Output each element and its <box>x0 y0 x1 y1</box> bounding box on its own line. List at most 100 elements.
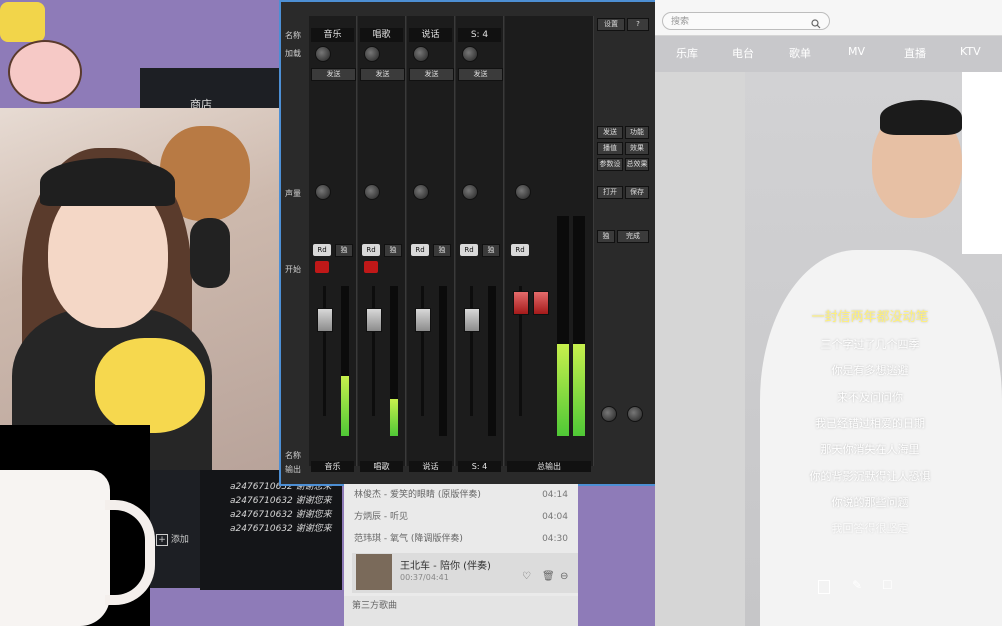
volume-knob[interactable] <box>315 184 331 200</box>
music-nav <box>655 36 1002 72</box>
add-button-label: 添加 <box>170 535 189 545</box>
master-fader-right[interactable] <box>533 291 549 315</box>
send-button[interactable]: 发送 <box>458 68 503 81</box>
gain-knob[interactable] <box>364 46 380 62</box>
row-label-start: 开始 <box>285 265 301 274</box>
level-meter <box>439 286 447 436</box>
pan-knob[interactable] <box>601 406 617 422</box>
nav-mv[interactable]: MV <box>848 45 865 58</box>
nav-playlists[interactable]: 歌单 <box>789 45 811 61</box>
playlist-row[interactable]: 方炳辰 - 听见 04:04 <box>354 506 574 528</box>
solo-button[interactable]: 独 <box>384 244 402 257</box>
fader-track <box>470 286 473 416</box>
solo-button[interactable]: 独 <box>335 244 353 257</box>
nav-ktv[interactable]: KTV <box>960 45 981 58</box>
delete-icon[interactable]: 🗑 <box>542 571 555 582</box>
fader-handle[interactable] <box>415 308 431 332</box>
done-button[interactable]: 完成 <box>617 230 649 243</box>
gain-knob[interactable] <box>315 46 331 62</box>
channel-name[interactable]: 音乐 <box>311 28 354 42</box>
solo-button[interactable]: 独 <box>482 244 500 257</box>
volume-knob[interactable] <box>462 184 478 200</box>
record-button[interactable]: Rd <box>411 244 429 256</box>
mic-icon[interactable]: ✎ <box>852 578 862 592</box>
settings-button[interactable]: 设置 <box>597 18 625 31</box>
channel-output-name: S: 4 <box>458 461 501 472</box>
nav-live[interactable]: 直播 <box>904 45 926 61</box>
send-button[interactable]: 发送 <box>597 126 623 139</box>
pig-sticker <box>8 40 82 104</box>
chat-panel: a2476710632 谢谢您来 a2476710632 谢谢您来 a24767… <box>156 470 342 590</box>
song-duration: 04:14 <box>542 490 568 500</box>
effects-button[interactable]: 效果 <box>625 142 649 155</box>
function-button[interactable]: 功能 <box>625 126 649 139</box>
fader-track <box>323 286 326 416</box>
record-led <box>315 261 329 273</box>
footer-label[interactable]: 第三方歌曲 <box>352 598 397 611</box>
help-button[interactable]: ? <box>627 18 649 31</box>
microphone <box>190 218 230 288</box>
volume-knob[interactable] <box>413 184 429 200</box>
master-fader-left[interactable] <box>513 291 529 315</box>
add-button[interactable]: + 添加 <box>156 532 189 546</box>
playlist-footer: 第三方歌曲 <box>344 596 578 626</box>
level-knob[interactable] <box>627 406 643 422</box>
song-duration: 04:30 <box>542 534 568 544</box>
param-button[interactable]: 参数设 <box>597 158 623 171</box>
row-label-volume: 声量 <box>285 189 301 198</box>
lyric-toolbar: ✎ ☐ <box>810 576 920 598</box>
now-playing-time: 00:37/04:41 <box>400 573 449 582</box>
send-button[interactable]: 发送 <box>409 68 454 81</box>
open-button[interactable]: 打开 <box>597 186 623 199</box>
search-input[interactable]: 搜索 <box>662 12 830 30</box>
channel-name[interactable]: S: 4 <box>458 28 501 42</box>
level-meter <box>341 286 349 436</box>
song-title: 林俊杰 - 爱笑的眼睛 (原版伴奏) <box>354 490 481 500</box>
heart-icon[interactable]: ♡ <box>522 571 531 582</box>
fader-handle[interactable] <box>464 308 480 332</box>
comment-icon[interactable]: ☐ <box>882 578 893 592</box>
level-meter <box>390 286 398 436</box>
chat-line: a2476710632 谢谢您来 <box>230 510 332 520</box>
master-output-name: 总输出 <box>507 461 591 472</box>
lyric-line: 你的背影沉默得让人恐惧 <box>809 470 931 483</box>
mixer-window: 名称 加载 声量 开始 名称 输出 音乐 发送 Rd 独 音乐 唱歌 发送 Rd… <box>279 0 657 486</box>
record-led <box>364 261 378 273</box>
plus-icon: + <box>156 534 168 546</box>
artist-hair <box>880 100 962 135</box>
save-button[interactable]: 保存 <box>625 186 649 199</box>
fader-handle[interactable] <box>317 308 333 332</box>
gain-knob[interactable] <box>413 46 429 62</box>
lyrics-icon[interactable] <box>818 580 830 594</box>
lyric-line: 那天你消失在人海里 <box>820 443 920 456</box>
value-button[interactable]: 播值 <box>597 142 623 155</box>
plush-toy <box>95 338 205 433</box>
playlist-row[interactable]: 范玮琪 - 氧气 (降调版伴奏) 04:30 <box>354 528 574 550</box>
search-icon[interactable] <box>811 14 821 29</box>
master-strip: Rd 总输出 <box>505 16 594 472</box>
solo-master-button[interactable]: 独 <box>597 230 615 243</box>
master-knob[interactable] <box>515 184 531 200</box>
album-cover <box>356 554 392 590</box>
record-button[interactable]: Rd <box>313 244 331 256</box>
song-title: 范玮琪 - 氧气 (降调版伴奏) <box>354 534 463 544</box>
master-record-button[interactable]: Rd <box>511 244 529 256</box>
nav-library[interactable]: 乐库 <box>676 45 698 61</box>
row-label-name: 名称 <box>285 31 301 40</box>
level-meter <box>488 286 496 436</box>
more-icon[interactable]: ⊖ <box>560 571 568 582</box>
nav-radio[interactable]: 电台 <box>732 45 754 61</box>
channel-strip: 说话 发送 Rd 独 说话 <box>407 16 455 472</box>
gain-knob[interactable] <box>462 46 478 62</box>
fader-handle[interactable] <box>366 308 382 332</box>
playlist-row[interactable]: 林俊杰 - 爱笑的眼睛 (原版伴奏) 04:14 <box>354 484 574 506</box>
channel-name[interactable]: 唱歌 <box>360 28 403 42</box>
channel-name[interactable]: 说话 <box>409 28 452 42</box>
send-button[interactable]: 发送 <box>360 68 405 81</box>
solo-button[interactable]: 独 <box>433 244 451 257</box>
send-button[interactable]: 发送 <box>311 68 356 81</box>
record-button[interactable]: Rd <box>460 244 478 256</box>
volume-knob[interactable] <box>364 184 380 200</box>
master-fx-button[interactable]: 总效果 <box>625 158 649 171</box>
record-button[interactable]: Rd <box>362 244 380 256</box>
